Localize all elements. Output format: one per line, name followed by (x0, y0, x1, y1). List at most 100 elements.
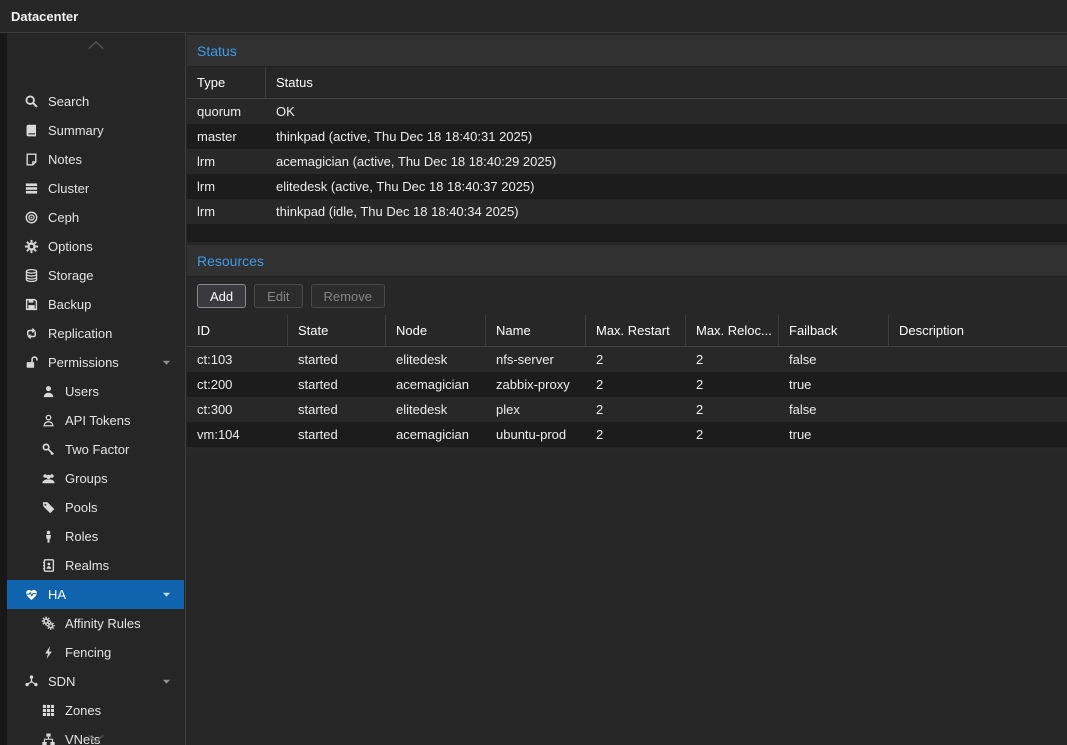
sidebar-item-fencing[interactable]: Fencing (7, 638, 184, 667)
column-header-status[interactable]: Status (266, 67, 1067, 98)
resource-row[interactable]: vm:104startedacemagicianubuntu-prod22tru… (187, 422, 1067, 447)
sidebar-item-search[interactable]: Search (7, 87, 184, 116)
cell: ct:200 (187, 372, 288, 397)
sidebar-item-backup[interactable]: Backup (7, 290, 184, 319)
column-header-node[interactable]: Node (386, 315, 486, 346)
cell: thinkpad (idle, Thu Dec 18 18:40:34 2025… (266, 199, 1067, 224)
sidebar-item-affinity-rules[interactable]: Affinity Rules (7, 609, 184, 638)
resource-row[interactable]: ct:200startedacemagicianzabbix-proxy22tr… (187, 372, 1067, 397)
sidebar-item-groups[interactable]: Groups (7, 464, 184, 493)
user-icon (40, 384, 56, 400)
cell: OK (266, 99, 1067, 124)
column-header-max-reloc-[interactable]: Max. Reloc... (686, 315, 779, 346)
sidebar-item-label: Realms (65, 558, 109, 573)
sidebar-item-zones[interactable]: Zones (7, 696, 184, 725)
cell (889, 422, 1067, 447)
cell: 2 (686, 347, 779, 372)
cell: elitedesk (386, 397, 486, 422)
window-title-bar: Datacenter (0, 0, 1067, 33)
column-header-name[interactable]: Name (486, 315, 586, 346)
resources-table-empty-area (187, 447, 1067, 455)
column-header-failback[interactable]: Failback (779, 315, 889, 346)
caret-down-icon[interactable] (160, 356, 173, 369)
sidebar-item-label: Options (48, 239, 93, 254)
scroll-up-chevron-icon[interactable] (7, 37, 184, 53)
sidebar-item-label: Ceph (48, 210, 79, 225)
sidebar-item-ceph[interactable]: Ceph (7, 203, 184, 232)
status-row[interactable]: quorumOK (187, 99, 1067, 124)
cell: 2 (586, 422, 686, 447)
cell: elitedesk (386, 347, 486, 372)
cell: acemagician (active, Thu Dec 18 18:40:29… (266, 149, 1067, 174)
ceph-icon (23, 210, 39, 226)
column-header-id[interactable]: ID (187, 315, 288, 346)
caret-down-icon[interactable] (160, 588, 173, 601)
status-row[interactable]: lrmelitedesk (active, Thu Dec 18 18:40:3… (187, 174, 1067, 199)
sidebar-item-label: Fencing (65, 645, 111, 660)
cell: false (779, 347, 889, 372)
column-header-state[interactable]: State (288, 315, 386, 346)
tag-icon (40, 500, 56, 516)
sidebar-item-replication[interactable]: Replication (7, 319, 184, 348)
resources-table-body: ct:103startedelitedesknfs-server22falsec… (187, 347, 1067, 447)
grid-icon (40, 703, 56, 719)
status-row[interactable]: lrmthinkpad (idle, Thu Dec 18 18:40:34 2… (187, 199, 1067, 224)
sidebar-item-label: API Tokens (65, 413, 131, 428)
cell: started (288, 422, 386, 447)
sidebar-item-api-tokens[interactable]: API Tokens (7, 406, 184, 435)
sidebar-item-sdn[interactable]: SDN (7, 667, 184, 696)
column-header-type[interactable]: Type (187, 67, 266, 98)
resources-title-label: Resources (197, 253, 264, 269)
cell: 2 (686, 422, 779, 447)
sidebar-item-options[interactable]: Options (7, 232, 184, 261)
resources-table-header: IDStateNodeNameMax. RestartMax. Reloc...… (187, 315, 1067, 347)
status-panel: Status TypeStatus quorumOKmasterthinkpad… (187, 35, 1067, 242)
cell: started (288, 397, 386, 422)
sidebar-item-roles[interactable]: Roles (7, 522, 184, 551)
resources-panel: Resources Add Edit Remove IDStateNodeNam… (187, 245, 1067, 455)
sidebar-item-ha[interactable]: HA (7, 580, 184, 609)
sidebar-item-permissions[interactable]: Permissions (7, 348, 184, 377)
sidebar-item-label: Notes (48, 152, 82, 167)
cell: 2 (686, 397, 779, 422)
column-header-max-restart[interactable]: Max. Restart (586, 315, 686, 346)
address-book-icon (40, 558, 56, 574)
page-title: Datacenter (11, 9, 78, 24)
user-outline-icon (40, 413, 56, 429)
resources-panel-title: Resources (187, 245, 1067, 277)
sidebar-item-label: Zones (65, 703, 101, 718)
sidebar-item-notes[interactable]: Notes (7, 145, 184, 174)
edit-button[interactable]: Edit (254, 284, 302, 308)
sidebar-nav: SearchSummary Notes Cluster Ceph Options Stor… (7, 87, 184, 745)
sidebar-item-realms[interactable]: Realms (7, 551, 184, 580)
caret-down-icon[interactable] (160, 675, 173, 688)
status-table-body: quorumOKmasterthinkpad (active, Thu Dec … (187, 99, 1067, 224)
column-header-description[interactable]: Description (889, 315, 1067, 346)
key-icon (40, 442, 56, 458)
sidebar-item-cluster[interactable]: Cluster (7, 174, 184, 203)
sidebar-item-label: HA (48, 587, 66, 602)
sidebar-item-users[interactable]: Users (7, 377, 184, 406)
status-panel-title: Status (187, 35, 1067, 67)
cell: nfs-server (486, 347, 586, 372)
sidebar-item-label: Affinity Rules (65, 616, 141, 631)
status-row[interactable]: masterthinkpad (active, Thu Dec 18 18:40… (187, 124, 1067, 149)
sidebar-item-label: Roles (65, 529, 98, 544)
remove-button[interactable]: Remove (311, 284, 385, 308)
cell (889, 347, 1067, 372)
sidebar-item-summary[interactable]: Summary (7, 116, 184, 145)
cell: ct:103 (187, 347, 288, 372)
sidebar-item-storage[interactable]: Storage (7, 261, 184, 290)
users-icon (40, 471, 56, 487)
sidebar-item-two-factor[interactable]: Two Factor (7, 435, 184, 464)
add-button[interactable]: Add (197, 284, 246, 308)
sidebar-item-label: Permissions (48, 355, 119, 370)
storage-icon (23, 268, 39, 284)
sidebar-item-pools[interactable]: Pools (7, 493, 184, 522)
sidebar-item-label: Users (65, 384, 99, 399)
resource-row[interactable]: ct:103startedelitedesknfs-server22false (187, 347, 1067, 372)
status-row[interactable]: lrmacemagician (active, Thu Dec 18 18:40… (187, 149, 1067, 174)
resource-row[interactable]: ct:300startedelitedeskplex22false (187, 397, 1067, 422)
sidebar-item-label: Two Factor (65, 442, 129, 457)
scroll-down-chevron-icon[interactable] (7, 731, 184, 745)
